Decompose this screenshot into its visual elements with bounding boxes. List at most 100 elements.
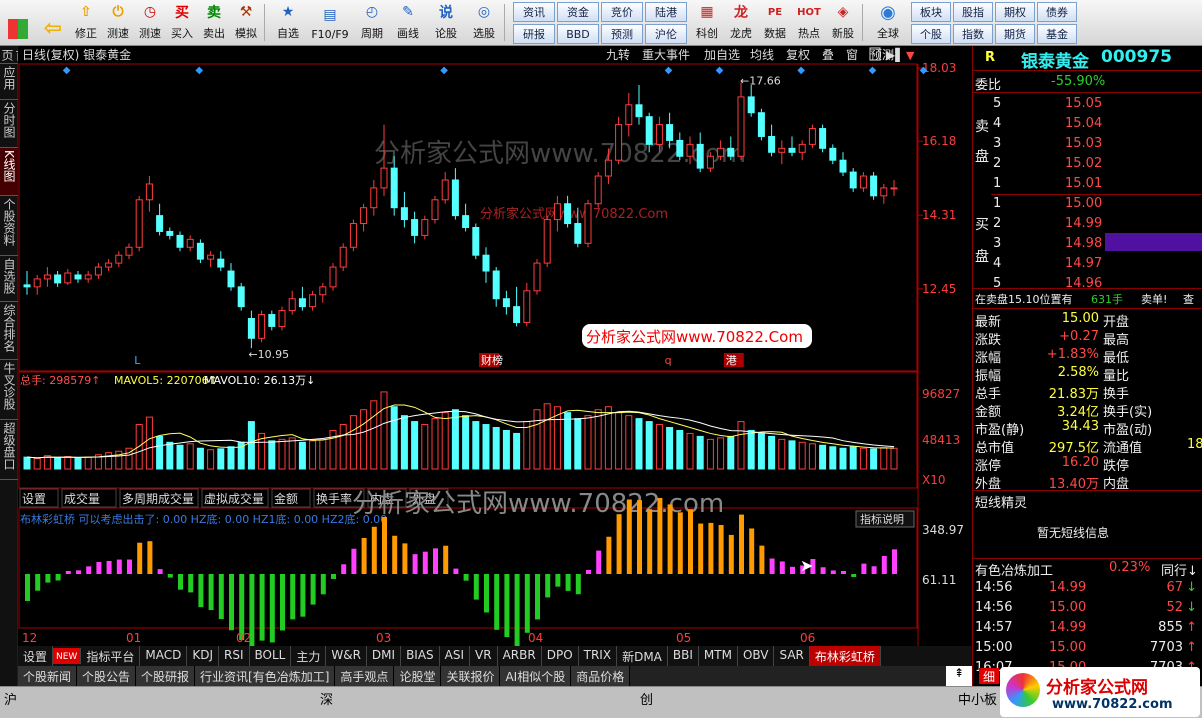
toolbar-cycle-button[interactable]: ◴ 周期	[354, 0, 390, 45]
leftnav-item[interactable]: 自选股	[0, 256, 18, 302]
chart-menu-icon[interactable]: ▼	[906, 49, 915, 62]
bid-price[interactable]: 14.99	[1065, 216, 1102, 231]
vol-tab-label[interactable]: 金额	[274, 491, 298, 506]
back-button[interactable]: ⇦	[36, 0, 70, 45]
indicator-tab[interactable]: 指标平台	[81, 646, 141, 666]
indicator-tab[interactable]: SAR	[774, 646, 810, 666]
info-grid-button[interactable]: BBD	[557, 24, 599, 44]
app-hot-button[interactable]: HOT 热点	[792, 0, 826, 45]
indicator-tab[interactable]: 新DMA	[617, 646, 668, 666]
indicator-tab[interactable]: 设置	[18, 646, 54, 666]
indicator-tab[interactable]: W&R	[326, 646, 367, 666]
clock-button[interactable]: ◷ 测速	[134, 0, 166, 45]
ask-price[interactable]: 15.04	[1065, 116, 1102, 131]
leftnav-item[interactable]: 应用	[0, 64, 18, 100]
info-grid-button[interactable]: 沪伦	[645, 24, 687, 44]
toolbar-star-button[interactable]: ★ 自选	[270, 0, 306, 45]
chart-header-button[interactable]: 复权	[786, 48, 810, 62]
info-tab[interactable]: 关联报价	[441, 666, 501, 686]
expand-icon[interactable]: ▶▌	[886, 47, 904, 62]
upload-icon[interactable]: ⇞	[946, 666, 972, 686]
sell-button[interactable]: 卖卖出	[198, 0, 230, 45]
leftnav-item[interactable]: 超级盘口	[0, 420, 18, 480]
info-grid-button[interactable]: 资讯	[513, 2, 555, 22]
market-grid-button[interactable]: 期权	[995, 2, 1035, 22]
chart-header-button[interactable]: 加自选	[704, 48, 740, 62]
info-grid-button[interactable]: 竞价	[601, 2, 643, 22]
home-button[interactable]	[0, 0, 36, 45]
indicator-tab[interactable]: ASI	[440, 646, 471, 666]
ask-price[interactable]: 15.01	[1065, 176, 1102, 191]
vol-tab-label[interactable]: 成交量	[64, 491, 100, 506]
market-grid-button[interactable]: 指数	[953, 24, 993, 44]
leftnav-item[interactable]: K线图	[0, 148, 18, 196]
info-grid-button[interactable]: 预测	[601, 24, 643, 44]
sz-index[interactable]: 深	[320, 689, 333, 708]
info-grid-button[interactable]: 资金	[557, 2, 599, 22]
toolbar-chat-button[interactable]: 说论股	[426, 0, 466, 45]
info-tab[interactable]: 商品价格	[571, 666, 631, 686]
info-tab[interactable]: 高手观点	[335, 666, 395, 686]
indicator-tab[interactable]: DPO	[542, 646, 579, 666]
indicator-tab[interactable]: BOLL	[250, 646, 292, 666]
vol-tab-label[interactable]: 换手率	[316, 491, 352, 506]
event-marker[interactable]: 财榜	[481, 353, 503, 367]
global-button[interactable]: ◉ 全球	[868, 0, 908, 45]
vol-tab-label[interactable]: 虚拟成交量	[204, 491, 264, 506]
indicator-tab[interactable]: MACD	[140, 646, 188, 666]
ask-price[interactable]: 15.02	[1065, 156, 1102, 171]
chart-header-button[interactable]: 均线	[750, 48, 774, 62]
app-dragon-button[interactable]: 龙龙虎	[724, 0, 758, 45]
sh-index[interactable]: 沪	[4, 689, 17, 708]
info-grid-button[interactable]: 陆港	[645, 2, 687, 22]
buy-button[interactable]: 买买入	[166, 0, 198, 45]
bid-price[interactable]: 15.00	[1065, 196, 1102, 211]
market-grid-button[interactable]: 期货	[995, 24, 1035, 44]
vol-tab-label[interactable]: 设置	[22, 492, 46, 506]
zx-index[interactable]: 中小板	[958, 689, 997, 708]
hammer-button[interactable]: ⚒ 模拟	[230, 0, 262, 45]
event-marker[interactable]: 港	[726, 354, 737, 367]
detail-button[interactable]: 细	[979, 668, 999, 684]
indicator-tab[interactable]: VR	[470, 646, 498, 666]
info-tab[interactable]: 个股新闻	[18, 666, 78, 686]
cy-index[interactable]: 创	[640, 689, 653, 708]
leftnav-item[interactable]: 综合排名	[0, 302, 18, 360]
info-tab[interactable]: 个股研报	[136, 666, 196, 686]
app-new-stock-button[interactable]: ◈ 新股	[826, 0, 860, 45]
toolbar-f10-button[interactable]: ▤ F10/F9	[306, 0, 354, 45]
ask-price[interactable]: 15.05	[1065, 96, 1102, 111]
market-grid-button[interactable]: 板块	[911, 2, 951, 22]
bid-price[interactable]: 14.98	[1065, 236, 1102, 251]
info-tab[interactable]: 个股公告	[77, 666, 137, 686]
app-pe-button[interactable]: PE 数据	[758, 0, 792, 45]
indicator-tab[interactable]: 主力	[291, 646, 327, 666]
indicator-tab[interactable]: MTM	[699, 646, 738, 666]
indicator-tab[interactable]: DMI	[367, 646, 402, 666]
market-grid-button[interactable]: 个股	[911, 24, 951, 44]
bid-price[interactable]: 14.97	[1065, 256, 1102, 271]
indicator-tab[interactable]: BBI	[668, 646, 699, 666]
info-tab[interactable]: 行业资讯[有色冶炼加工]	[195, 666, 336, 686]
chart-header-button[interactable]: 九转	[606, 47, 630, 62]
industry-name[interactable]: 有色冶炼加工	[975, 560, 1053, 579]
market-grid-button[interactable]: 基金	[1037, 24, 1077, 44]
info-tab[interactable]: AI相似个股	[500, 666, 572, 686]
up-arrow-button[interactable]: ⇧ 修正	[70, 0, 102, 45]
leftnav-item[interactable]: 分时图	[0, 100, 18, 148]
indicator-tab[interactable]: KDJ	[187, 646, 219, 666]
indicator-tab[interactable]: OBV	[738, 646, 775, 666]
app-chart-app-button[interactable]: ▦ 科创	[690, 0, 724, 45]
event-marker[interactable]: L	[134, 354, 141, 367]
indicator-tab[interactable]: TRIX	[579, 646, 618, 666]
indicator-tab[interactable]: BIAS	[401, 646, 440, 666]
indicator-tab[interactable]: ARBR	[498, 646, 542, 666]
indicator-tab[interactable]: 布林彩虹桥	[809, 646, 881, 666]
indicator-help-label[interactable]: 指标说明	[860, 512, 904, 526]
leftnav-item[interactable]: 牛叉诊股	[0, 360, 18, 420]
market-grid-button[interactable]: 股指	[953, 2, 993, 22]
leftnav-item[interactable]: 个股资料	[0, 196, 18, 256]
event-marker[interactable]: q	[665, 354, 672, 367]
chart-header-button[interactable]: 重大事件	[642, 48, 690, 62]
leftnav-item[interactable]: 首页	[0, 46, 28, 64]
